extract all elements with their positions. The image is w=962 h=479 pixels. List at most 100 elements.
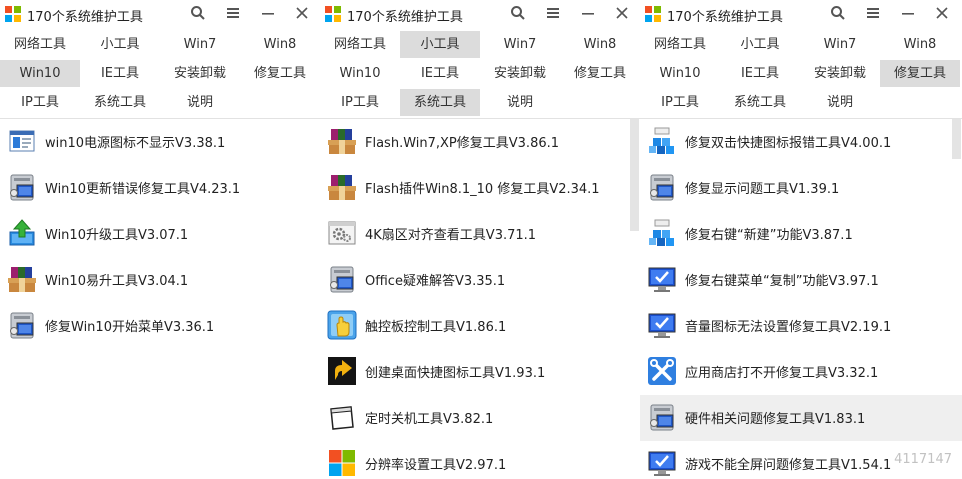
tool-label: 修复右键“新建”功能V3.87.1 <box>685 228 853 243</box>
tool-list-item[interactable]: 修复右键菜单“复制”功能V3.97.1 <box>640 257 962 303</box>
close-icon <box>294 5 310 26</box>
tab-1-4[interactable]: Win8 <box>880 31 960 58</box>
tool-list-item[interactable]: Office疑难解答V3.35.1 <box>320 257 640 303</box>
winrar-box-icon <box>327 172 357 202</box>
tool-list-item[interactable]: Flash插件Win8.1_10 修复工具V2.34.1 <box>320 165 640 211</box>
tab-2-2[interactable]: IE工具 <box>720 60 800 87</box>
tab-2-2[interactable]: IE工具 <box>400 60 480 87</box>
tool-list-item[interactable]: 4K扇区对齐查看工具V3.71.1 <box>320 211 640 257</box>
tab-3-2[interactable]: 系统工具 <box>720 89 800 116</box>
tab-2-3[interactable]: 安装卸载 <box>480 60 560 87</box>
minimize-button[interactable] <box>577 3 599 23</box>
menu-icon <box>545 5 561 26</box>
tool-label: Flash插件Win8.1_10 修复工具V2.34.1 <box>365 182 600 197</box>
search-icon <box>830 5 846 26</box>
menu-button[interactable] <box>862 3 884 23</box>
tool-list-item[interactable]: 分辨率设置工具V2.97.1 <box>320 441 640 479</box>
tool-list-item[interactable]: 音量图标无法设置修复工具V2.19.1 <box>640 303 962 349</box>
minimize-icon <box>260 5 276 26</box>
tab-2-2[interactable]: IE工具 <box>80 60 160 87</box>
tool-list-item[interactable]: 修复双击快捷图标报错工具V4.00.1 <box>640 119 962 165</box>
power-settings-icon <box>7 126 37 156</box>
tool-list-item[interactable]: 触控板控制工具V1.86.1 <box>320 303 640 349</box>
tab-3-1[interactable]: IP工具 <box>640 89 720 116</box>
search-button[interactable] <box>827 3 849 23</box>
tab-row: IP工具 系统工具 说明 <box>320 88 640 117</box>
menu-button[interactable] <box>542 3 564 23</box>
tab-1-2[interactable]: 小工具 <box>720 31 800 58</box>
close-button[interactable] <box>931 3 953 23</box>
blue-cubes-icon <box>647 126 677 156</box>
minimize-icon <box>900 5 916 26</box>
tool-list-item[interactable]: Win10更新错误修复工具V4.23.1 <box>0 165 320 211</box>
close-button[interactable] <box>291 3 313 23</box>
tab-2-1[interactable]: Win10 <box>320 60 400 87</box>
tool-label: 创建桌面快捷图标工具V1.93.1 <box>365 366 546 381</box>
tool-label: 修复Win10开始菜单V3.36.1 <box>45 320 215 335</box>
tool-label: 修复右键菜单“复制”功能V3.97.1 <box>685 274 879 289</box>
tab-2-1[interactable]: Win10 <box>0 60 80 87</box>
tab-row: Win10 IE工具 安装卸载 修复工具 <box>320 59 640 88</box>
tool-list-item[interactable]: 定时关机工具V3.82.1 <box>320 395 640 441</box>
hand-touch-icon <box>327 310 357 340</box>
tab-1-1[interactable]: 网络工具 <box>320 31 400 58</box>
tool-list-item[interactable]: 修复Win10开始菜单V3.36.1 <box>0 303 320 349</box>
tab-2-3[interactable]: 安装卸载 <box>160 60 240 87</box>
search-icon <box>510 5 526 26</box>
tab-1-1[interactable]: 网络工具 <box>0 31 80 58</box>
tab-2-4[interactable]: 修复工具 <box>240 60 320 87</box>
tab-1-1[interactable]: 网络工具 <box>640 31 720 58</box>
tool-window: 170个系统维护工具 网络工具 小工具 Win7 Win8 Win10 IE工具 安装卸载 修复… <box>0 0 320 479</box>
tab-3-1[interactable]: IP工具 <box>0 89 80 116</box>
tab-2-4[interactable]: 修复工具 <box>880 60 960 87</box>
tab-2-4[interactable]: 修复工具 <box>560 60 640 87</box>
search-button[interactable] <box>507 3 529 23</box>
tab-1-3[interactable]: Win7 <box>480 31 560 58</box>
tab-2-1[interactable]: Win10 <box>640 60 720 87</box>
tool-list-item[interactable]: Win10易升工具V3.04.1 <box>0 257 320 303</box>
scrollbar[interactable] <box>630 119 639 231</box>
tool-list-item[interactable]: 硬件相关问题修复工具V1.83.1 <box>640 395 962 441</box>
tool-list: Flash.Win7,XP修复工具V3.86.1 Flash插件Win8.1_10… <box>320 119 640 479</box>
tool-list: win10电源图标不显示V3.38.1 Win10更新错误修复工具V4.23.1 W… <box>0 119 320 349</box>
scrollbar[interactable] <box>952 119 961 159</box>
tab-row: IP工具 系统工具 说明 <box>0 88 320 117</box>
computer-repair-icon <box>647 402 677 432</box>
tab-1-2[interactable]: 小工具 <box>400 31 480 58</box>
tab-3-2[interactable]: 系统工具 <box>400 89 480 116</box>
tool-list-item[interactable]: Win10升级工具V3.07.1 <box>0 211 320 257</box>
tool-label: Office疑难解答V3.35.1 <box>365 274 506 289</box>
tab-row: Win10 IE工具 安装卸载 修复工具 <box>0 59 320 88</box>
tab-3-2[interactable]: 系统工具 <box>80 89 160 116</box>
tab-1-4[interactable]: Win8 <box>240 31 320 58</box>
tab-row: 网络工具 小工具 Win7 Win8 <box>320 30 640 59</box>
tab-3-3[interactable]: 说明 <box>160 89 240 116</box>
tab-1-4[interactable]: Win8 <box>560 31 640 58</box>
tool-list-item[interactable]: Flash.Win7,XP修复工具V3.86.1 <box>320 119 640 165</box>
minimize-button[interactable] <box>257 3 279 23</box>
search-icon <box>190 5 206 26</box>
tab-3-3[interactable]: 说明 <box>480 89 560 116</box>
tool-label: 分辨率设置工具V2.97.1 <box>365 458 507 473</box>
tab-row: 网络工具 小工具 Win7 Win8 <box>640 30 962 59</box>
tab-3-3[interactable]: 说明 <box>800 89 880 116</box>
tool-list-item[interactable]: 创建桌面快捷图标工具V1.93.1 <box>320 349 640 395</box>
window-title: 170个系统维护工具 <box>347 10 463 25</box>
tab-1-3[interactable]: Win7 <box>800 31 880 58</box>
tab-3-1[interactable]: IP工具 <box>320 89 400 116</box>
minimize-button[interactable] <box>897 3 919 23</box>
gear-window-icon <box>327 218 357 248</box>
tool-list-item[interactable]: 修复显示问题工具V1.39.1 <box>640 165 962 211</box>
tool-label: Win10更新错误修复工具V4.23.1 <box>45 182 241 197</box>
close-button[interactable] <box>611 3 633 23</box>
search-button[interactable] <box>187 3 209 23</box>
tool-list-item[interactable]: win10电源图标不显示V3.38.1 <box>0 119 320 165</box>
tool-list-item[interactable]: 修复右键“新建”功能V3.87.1 <box>640 211 962 257</box>
tab-1-3[interactable]: Win7 <box>160 31 240 58</box>
title-bar: 170个系统维护工具 <box>320 0 640 28</box>
menu-button[interactable] <box>222 3 244 23</box>
tab-1-2[interactable]: 小工具 <box>80 31 160 58</box>
tab-2-3[interactable]: 安装卸载 <box>800 60 880 87</box>
tool-list-item[interactable]: 应用商店打不开修复工具V3.32.1 <box>640 349 962 395</box>
watermark: 4117147 <box>894 452 952 467</box>
